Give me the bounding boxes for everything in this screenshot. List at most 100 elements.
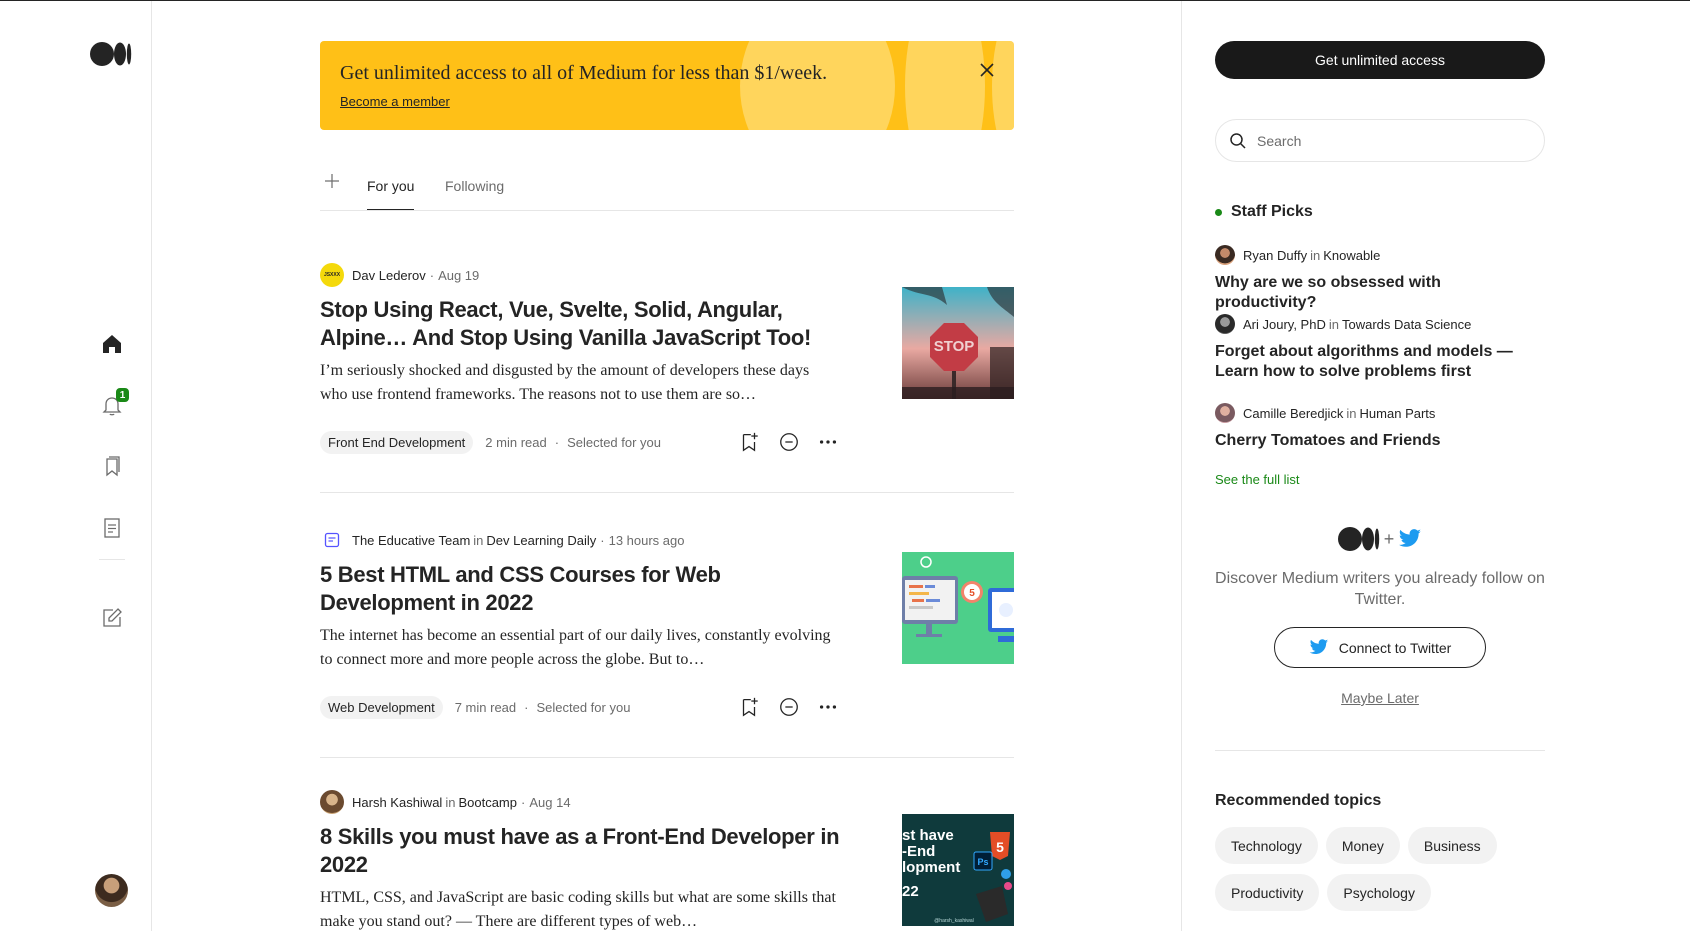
- article-title[interactable]: Stop Using React, Vue, Svelte, Solid, An…: [320, 296, 840, 352]
- write-icon[interactable]: [99, 605, 125, 631]
- article-excerpt[interactable]: I’m seriously shocked and disgusted by t…: [320, 359, 840, 407]
- topic-chip[interactable]: Money: [1325, 827, 1400, 864]
- article-excerpt[interactable]: The internet has become an essential par…: [320, 624, 840, 672]
- medium-logo: [1337, 527, 1379, 551]
- rail-divider: [99, 559, 125, 560]
- article-divider: [320, 492, 1014, 493]
- article-meta: JSXXX Dav Lederov · Aug 19: [320, 263, 479, 287]
- selection-reason: Selected for you: [567, 434, 662, 450]
- banner-text: Get unlimited access to all of Medium fo…: [340, 62, 828, 84]
- author-avatar[interactable]: [320, 790, 344, 814]
- article-title[interactable]: 5 Best HTML and CSS Courses for Web Deve…: [320, 561, 840, 617]
- bookmark-add-icon[interactable]: [737, 430, 761, 454]
- show-less-icon[interactable]: [777, 695, 801, 719]
- topic-chip[interactable]: Psychology: [1327, 874, 1431, 911]
- read-time: 2 min read: [485, 434, 547, 450]
- banner-decoration: [905, 41, 985, 130]
- see-full-list-link[interactable]: See the full list: [1215, 472, 1300, 487]
- staff-pick-item: Ryan Duffy in Knowable Why are we so obs…: [1215, 245, 1545, 313]
- membership-banner: Get unlimited access to all of Medium fo…: [320, 41, 1014, 130]
- staff-pick-title[interactable]: Why are we so obsessed with productivity…: [1215, 273, 1545, 313]
- publication-name[interactable]: Bootcamp: [458, 795, 517, 810]
- close-icon[interactable]: [976, 59, 998, 81]
- publication-name[interactable]: Knowable: [1323, 248, 1380, 263]
- topic-chip[interactable]: Business: [1407, 827, 1497, 864]
- article-meta: The Educative Team in Dev Learning Daily…: [320, 528, 685, 552]
- staff-pick-title[interactable]: Cherry Tomatoes and Friends: [1215, 431, 1545, 451]
- author-avatar[interactable]: [1215, 314, 1235, 334]
- topic-chip[interactable]: Technology: [1215, 827, 1318, 864]
- feed-tabs: For you Following: [320, 163, 1014, 211]
- article-thumbnail[interactable]: 5: [902, 552, 1014, 664]
- twitter-connect-card: + Discover Medium writers you already fo…: [1215, 526, 1545, 706]
- author-name[interactable]: Camille Beredjick: [1243, 406, 1343, 421]
- topic-tag[interactable]: Web Development: [320, 695, 443, 719]
- topic-chip[interactable]: Productivity: [1215, 874, 1320, 911]
- article-thumbnail[interactable]: st have -End lopment 22 5 Ps @harsh_kash…: [902, 814, 1014, 926]
- bookmark-add-icon[interactable]: [737, 695, 761, 719]
- cover-text-line: 22: [902, 883, 919, 900]
- staff-picks-heading: Staff Picks: [1215, 203, 1313, 221]
- home-icon[interactable]: [99, 331, 125, 357]
- article-actions: [737, 430, 840, 454]
- image-credit: @harsh_kashiwal: [934, 918, 974, 924]
- cover-text-line: -End: [902, 843, 935, 860]
- staff-pick-title[interactable]: Forget about algorithms and models — Lea…: [1215, 342, 1545, 382]
- active-tab-indicator: [367, 209, 414, 210]
- maybe-later-link[interactable]: Maybe Later: [1215, 690, 1545, 706]
- bookmarks-icon[interactable]: [99, 454, 125, 480]
- author-avatar[interactable]: JSXXX: [320, 263, 344, 287]
- author-name[interactable]: Harsh Kashiwal: [352, 795, 442, 810]
- educative-logo-icon: [324, 532, 340, 548]
- connect-twitter-label: Connect to Twitter: [1338, 639, 1452, 656]
- html5-badge-text: 5: [969, 588, 975, 599]
- publication-avatar[interactable]: [320, 528, 344, 552]
- bell-icon[interactable]: 1: [99, 388, 129, 418]
- author-avatar[interactable]: [1215, 245, 1235, 265]
- medium-twitter-logos: +: [1215, 526, 1545, 552]
- staff-pick-item: Camille Beredjick in Human Parts Cherry …: [1215, 403, 1545, 451]
- publication-name[interactable]: Human Parts: [1360, 406, 1436, 421]
- more-options-icon[interactable]: [816, 695, 840, 719]
- article-excerpt[interactable]: HTML, CSS, and JavaScript are basic codi…: [320, 886, 840, 931]
- cover-text-line: st have: [902, 827, 954, 844]
- tab-following[interactable]: Following: [445, 178, 504, 194]
- article-divider: [320, 757, 1014, 758]
- banner-decoration: [740, 41, 895, 130]
- show-less-icon[interactable]: [777, 430, 801, 454]
- publish-date: 13 hours ago: [608, 532, 685, 548]
- sidebar-divider: [1215, 750, 1545, 751]
- author-name[interactable]: Ari Joury, PhD: [1243, 317, 1326, 332]
- plus-icon[interactable]: [322, 171, 342, 191]
- more-options-icon[interactable]: [816, 430, 840, 454]
- medium-logo[interactable]: [90, 41, 132, 67]
- banner-decoration: [992, 41, 1014, 130]
- stories-icon[interactable]: [99, 515, 125, 541]
- author-name[interactable]: Dav Lederov: [352, 268, 426, 283]
- publication-name[interactable]: Towards Data Science: [1342, 317, 1471, 332]
- topic-tag[interactable]: Front End Development: [320, 430, 474, 454]
- search-input[interactable]: [1257, 132, 1517, 149]
- publication-name[interactable]: Dev Learning Daily: [486, 533, 596, 548]
- get-unlimited-access-button[interactable]: Get unlimited access: [1215, 41, 1545, 79]
- tab-for-you[interactable]: For you: [367, 178, 414, 194]
- article-title[interactable]: 8 Skills you must have as a Front-End De…: [320, 823, 840, 879]
- user-avatar[interactable]: [95, 874, 128, 907]
- html5-badge-text: 5: [996, 839, 1004, 855]
- connect-twitter-button[interactable]: Connect to Twitter: [1274, 627, 1486, 668]
- notification-badge: 1: [116, 388, 129, 402]
- staff-pick-item: Ari Joury, PhD in Towards Data Science F…: [1215, 314, 1545, 382]
- publish-date: Aug 19: [438, 267, 480, 283]
- article-thumbnail[interactable]: STOP: [902, 287, 1014, 399]
- author-avatar[interactable]: [1215, 403, 1235, 423]
- recommended-topics-heading: Recommended topics: [1215, 792, 1382, 809]
- green-dot-icon: [1215, 208, 1222, 216]
- selection-reason: Selected for you: [536, 699, 631, 715]
- become-member-link[interactable]: Become a member: [340, 94, 450, 109]
- author-name[interactable]: Ryan Duffy: [1243, 248, 1307, 263]
- author-name[interactable]: The Educative Team: [352, 533, 470, 548]
- search-bar[interactable]: [1215, 119, 1545, 162]
- topics-list: Technology Money Business Productivity P…: [1215, 827, 1545, 911]
- main-feed: Get unlimited access to all of Medium fo…: [320, 1, 1014, 931]
- publish-date: Aug 14: [529, 794, 571, 810]
